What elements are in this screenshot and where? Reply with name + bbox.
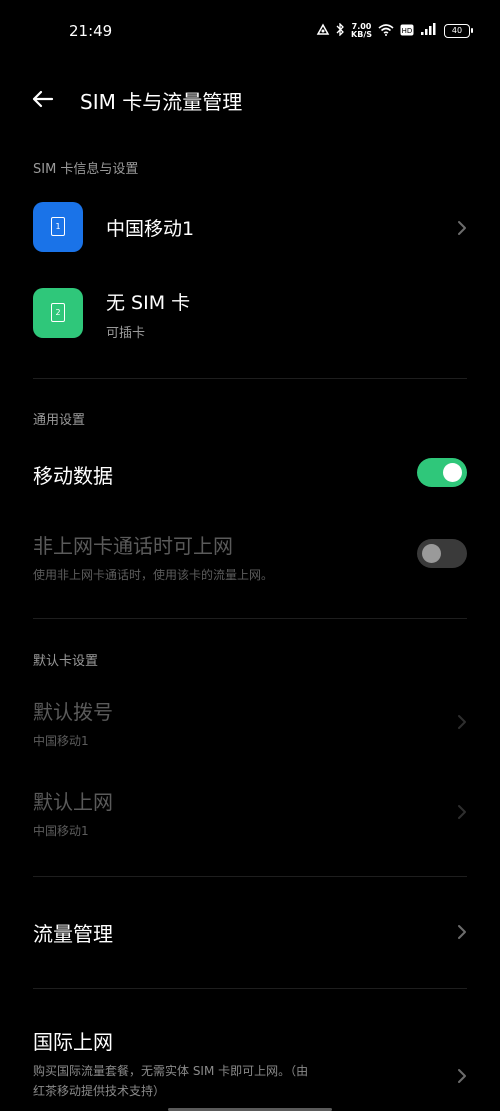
status-icons: 7.00 KB/S HD 40 bbox=[316, 20, 473, 42]
default-data-row[interactable]: 默认上网 中国移动1 bbox=[0, 786, 500, 846]
section-title-sim: SIM 卡信息与设置 bbox=[33, 162, 139, 177]
sim-2-subtitle: 可插卡 bbox=[106, 326, 146, 341]
default-dial-value: 中国移动1 bbox=[33, 734, 89, 748]
default-data-label: 默认上网 bbox=[33, 790, 113, 814]
non-data-call-subtitle: 使用非上网卡通话时，使用该卡的流量上网。 bbox=[33, 568, 274, 582]
battery-icon: 40 bbox=[444, 24, 473, 38]
chevron-right-icon bbox=[458, 221, 466, 235]
back-arrow-icon bbox=[32, 90, 54, 108]
bluetooth-icon bbox=[336, 22, 345, 39]
back-button[interactable] bbox=[28, 84, 58, 114]
sim-2-icon: 2 bbox=[33, 288, 83, 338]
sim-card-icon: 2 bbox=[51, 303, 65, 322]
divider bbox=[33, 988, 467, 989]
section-title-default: 默认卡设置 bbox=[33, 654, 99, 669]
default-dial-label: 默认拨号 bbox=[33, 700, 113, 724]
chevron-right-icon bbox=[458, 715, 466, 729]
chevron-right-icon bbox=[458, 925, 466, 939]
status-bar: 21:49 7.00 KB/S HD 40 bbox=[0, 0, 500, 62]
international-label: 国际上网 bbox=[33, 1030, 113, 1054]
chevron-right-icon bbox=[458, 805, 466, 819]
sim-1-icon: 1 bbox=[33, 202, 83, 252]
international-row[interactable]: 国际上网 购买国际流量套餐，无需实体 SIM 卡即可上网。（由 红茶移动提供技术… bbox=[0, 1026, 500, 1106]
toggle-knob bbox=[443, 463, 462, 482]
mobile-data-label: 移动数据 bbox=[33, 464, 113, 488]
divider bbox=[33, 618, 467, 619]
mobile-data-toggle[interactable] bbox=[417, 458, 467, 487]
notification-icon bbox=[316, 23, 330, 39]
non-data-call-toggle[interactable] bbox=[417, 539, 467, 568]
header: SIM 卡与流量管理 bbox=[0, 80, 500, 120]
default-dial-row[interactable]: 默认拨号 中国移动1 bbox=[0, 696, 500, 756]
page-title: SIM 卡与流量管理 bbox=[80, 90, 243, 114]
default-data-value: 中国移动1 bbox=[33, 824, 89, 838]
net-speed: 7.00 KB/S bbox=[351, 23, 372, 39]
international-subtitle-line2: 红茶移动提供技术支持） bbox=[33, 1084, 166, 1098]
svg-text:HD: HD bbox=[402, 27, 413, 35]
sim-2-name: 无 SIM 卡 bbox=[106, 292, 191, 314]
section-title-general: 通用设置 bbox=[33, 413, 86, 428]
sim-row-1[interactable]: 1 中国移动1 bbox=[0, 202, 500, 262]
signal-icon bbox=[420, 23, 438, 39]
net-speed-unit: KB/S bbox=[351, 30, 372, 39]
divider bbox=[33, 876, 467, 877]
international-subtitle-line1: 购买国际流量套餐，无需实体 SIM 卡即可上网。（由 bbox=[33, 1064, 309, 1078]
sim-card-icon: 1 bbox=[51, 217, 65, 236]
divider bbox=[33, 378, 467, 379]
chevron-right-icon bbox=[458, 1069, 466, 1083]
traffic-management-label: 流量管理 bbox=[33, 922, 113, 946]
sim-row-2[interactable]: 2 无 SIM 卡 可插卡 bbox=[0, 288, 500, 348]
wifi-icon bbox=[378, 23, 394, 39]
toggle-knob bbox=[422, 544, 441, 563]
hd-icon: HD bbox=[400, 24, 414, 39]
non-data-call-label: 非上网卡通话时可上网 bbox=[33, 534, 233, 558]
status-time: 21:49 bbox=[69, 22, 113, 40]
traffic-management-row[interactable]: 流量管理 bbox=[0, 916, 500, 956]
sim-1-name: 中国移动1 bbox=[106, 218, 195, 240]
